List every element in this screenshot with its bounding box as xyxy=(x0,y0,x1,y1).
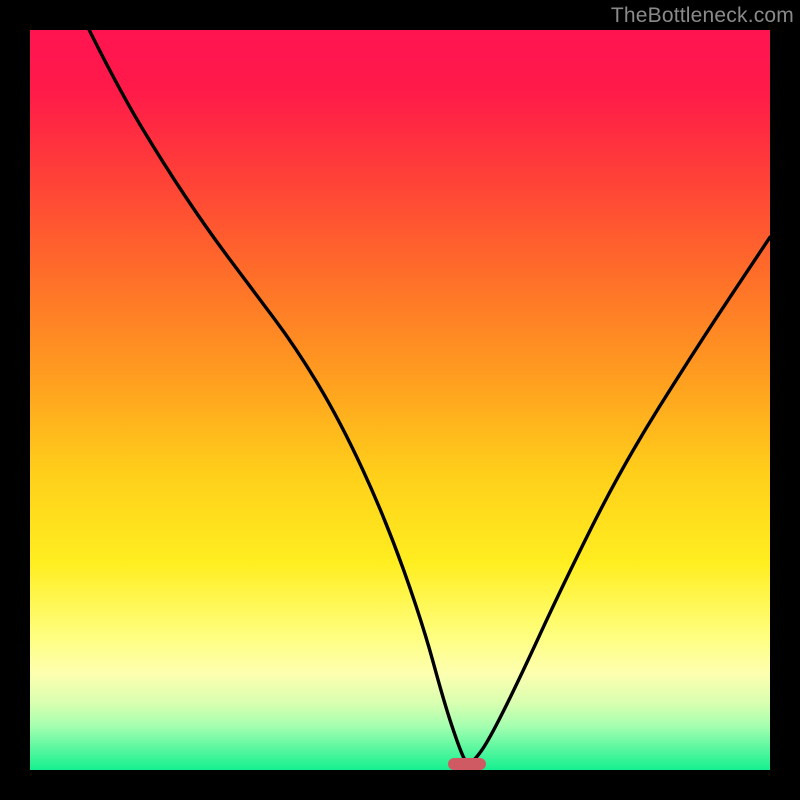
watermark-label: TheBottleneck.com xyxy=(611,4,794,28)
chart-curve xyxy=(30,30,770,770)
chart-plot-area xyxy=(30,30,770,770)
chart-frame: TheBottleneck.com xyxy=(0,0,800,800)
curve-path xyxy=(89,30,770,763)
chart-marker-min xyxy=(448,758,486,770)
